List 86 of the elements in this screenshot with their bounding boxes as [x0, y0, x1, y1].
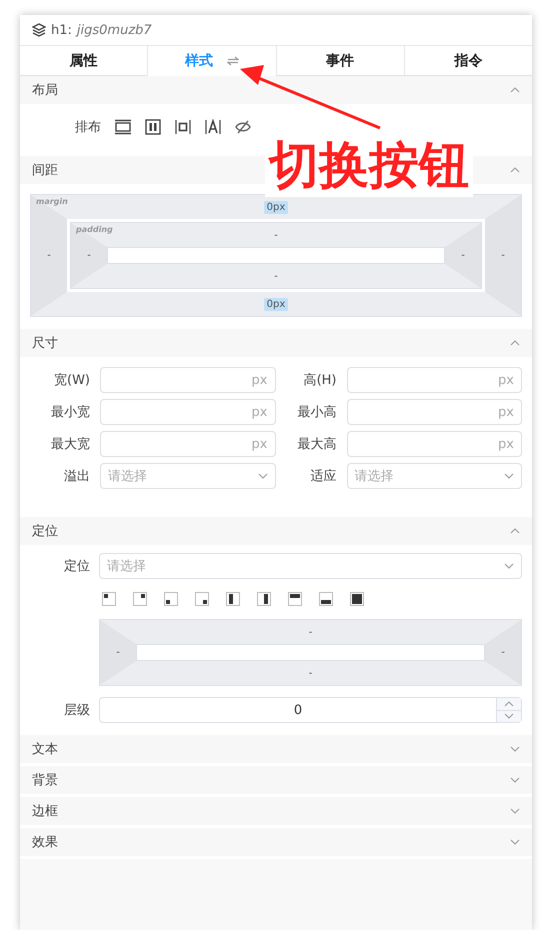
field-label: 宽(W): [53, 372, 90, 389]
offset-value[interactable]: -: [306, 626, 316, 638]
chevron-down-icon: [510, 777, 520, 783]
chevron-down-icon: [510, 746, 520, 752]
section-header[interactable]: 布局: [20, 76, 532, 104]
tab[interactable]: 指令: [404, 46, 532, 76]
chevron-up-icon: [510, 528, 520, 534]
padding-value[interactable]: -: [271, 270, 281, 282]
tab[interactable]: 事件: [276, 46, 404, 76]
position-preset-icon[interactable]: [102, 592, 116, 606]
chevron-down-icon: [510, 808, 520, 814]
section-header[interactable]: 效果: [20, 828, 532, 856]
select-input[interactable]: 请选择: [108, 468, 258, 484]
unit-label: px: [498, 372, 514, 388]
select-input[interactable]: 请选择: [354, 468, 504, 484]
section-title: 背景: [32, 772, 58, 789]
select-field[interactable]: 请选择: [346, 463, 522, 489]
field-label: 定位: [63, 558, 90, 575]
section-title: 间距: [32, 162, 58, 179]
unit-label: px: [252, 404, 268, 420]
section-title: 边框: [32, 803, 58, 820]
field-label: 层级: [63, 702, 90, 719]
chevron-down-icon: [504, 713, 514, 720]
position-preset-icon[interactable]: [133, 592, 147, 606]
margin-value[interactable]: -: [498, 249, 508, 262]
position-preset-icon[interactable]: [195, 592, 209, 606]
section-header[interactable]: 文本: [20, 735, 532, 763]
chevron-down-icon: [504, 563, 514, 569]
inline-block-icon[interactable]: [175, 119, 191, 135]
position-preset-icon[interactable]: [164, 592, 178, 606]
box-label: margin: [36, 197, 68, 206]
field-label: 最小宽: [50, 404, 90, 421]
field-label: 适应: [310, 468, 336, 485]
section-header[interactable]: 边框: [20, 797, 532, 825]
select-input[interactable]: 请选择: [107, 558, 504, 574]
padding-value[interactable]: -: [84, 249, 94, 262]
margin-value[interactable]: 0px: [264, 200, 288, 214]
field-label: 最大宽: [50, 436, 90, 453]
eye-slash-icon[interactable]: [235, 119, 251, 135]
chevron-up-icon: [510, 340, 520, 346]
position-preset-icon[interactable]: [319, 592, 333, 606]
section-header[interactable]: 定位: [20, 517, 532, 545]
position-preset-icon[interactable]: [257, 592, 271, 606]
offset-value[interactable]: -: [306, 666, 316, 680]
tab[interactable]: 属性: [20, 46, 148, 76]
flex-icon[interactable]: [145, 119, 161, 135]
chevron-down-icon: [510, 839, 520, 845]
position-preset-icon[interactable]: [350, 592, 364, 606]
offset-value[interactable]: -: [498, 646, 508, 659]
element-id: jigs0muzb7: [76, 22, 152, 38]
unit-label: px: [252, 436, 268, 452]
position-preset-icon[interactable]: [226, 592, 240, 606]
inline-text-icon[interactable]: [205, 119, 221, 135]
position-preset-icon[interactable]: [288, 592, 302, 606]
section-title: 文本: [32, 741, 58, 758]
chevron-up-icon: [504, 700, 514, 707]
section-title: 定位: [32, 523, 58, 540]
unit-label: px: [252, 372, 268, 388]
field-label: 高(H): [302, 372, 336, 389]
layers-icon: [32, 23, 46, 37]
section-title: 效果: [32, 834, 58, 851]
margin-value[interactable]: 0px: [264, 298, 288, 310]
section-header[interactable]: 背景: [20, 766, 532, 794]
padding-value[interactable]: -: [271, 228, 281, 242]
field-label: 最小高: [296, 404, 336, 421]
chevron-down-icon: [258, 473, 268, 479]
chevron-down-icon: [504, 473, 514, 479]
chevron-up-icon: [510, 167, 520, 173]
swap-icon[interactable]: [226, 56, 239, 66]
block-icon[interactable]: [115, 119, 131, 135]
section-title: 布局: [32, 82, 58, 99]
padding-value[interactable]: -: [458, 249, 468, 262]
margin-value[interactable]: -: [44, 249, 54, 262]
field-label: 最大高: [296, 436, 336, 453]
chevron-up-icon: [510, 87, 520, 93]
unit-label: px: [498, 404, 514, 420]
select-field[interactable]: 请选择: [99, 553, 522, 579]
field-label: 排布: [75, 119, 101, 136]
unit-label: px: [498, 436, 514, 452]
section-title: 尺寸: [32, 335, 58, 352]
select-field[interactable]: 请选择: [100, 463, 276, 489]
section-header[interactable]: 尺寸: [20, 329, 532, 357]
box-label: padding: [76, 225, 113, 234]
offset-value[interactable]: -: [113, 646, 123, 659]
field-label: 溢出: [63, 468, 90, 485]
element-tag: h1:: [51, 22, 72, 38]
